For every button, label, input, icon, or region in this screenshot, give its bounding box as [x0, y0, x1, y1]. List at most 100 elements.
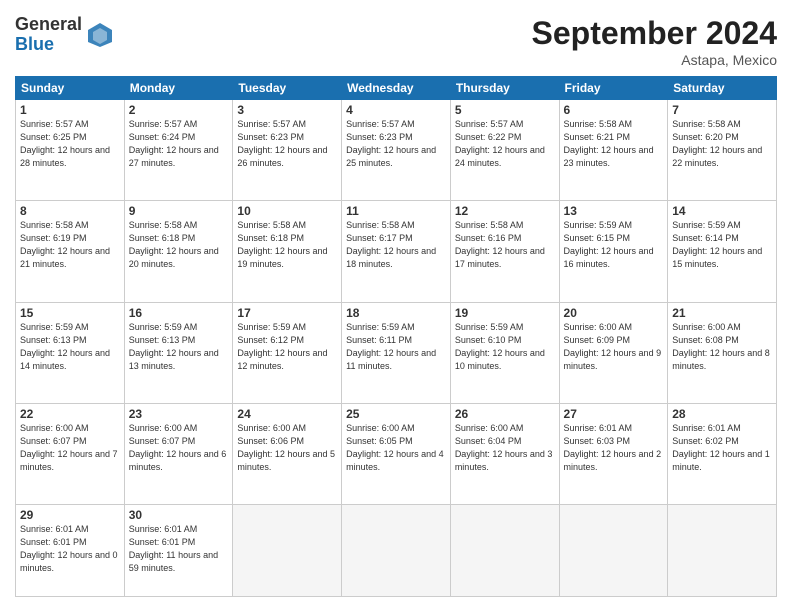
day-info: Sunrise: 5:58 AMSunset: 6:21 PMDaylight:…: [564, 119, 654, 168]
day-number: 9: [129, 204, 229, 218]
day-number: 13: [564, 204, 664, 218]
day-number: 14: [672, 204, 772, 218]
day-info: Sunrise: 5:57 AMSunset: 6:22 PMDaylight:…: [455, 119, 545, 168]
day-info: Sunrise: 6:00 AMSunset: 6:09 PMDaylight:…: [564, 322, 662, 371]
calendar-cell: 19 Sunrise: 5:59 AMSunset: 6:10 PMDayligh…: [450, 302, 559, 403]
day-number: 26: [455, 407, 555, 421]
calendar-cell: 20 Sunrise: 6:00 AMSunset: 6:09 PMDayligh…: [559, 302, 668, 403]
page: General Blue September 2024 Astapa, Mexi…: [0, 0, 792, 612]
day-info: Sunrise: 5:59 AMSunset: 6:14 PMDaylight:…: [672, 220, 762, 269]
day-info: Sunrise: 5:59 AMSunset: 6:11 PMDaylight:…: [346, 322, 436, 371]
calendar-cell: 21 Sunrise: 6:00 AMSunset: 6:08 PMDayligh…: [668, 302, 777, 403]
day-info: Sunrise: 5:57 AMSunset: 6:25 PMDaylight:…: [20, 119, 110, 168]
calendar-cell: 12 Sunrise: 5:58 AMSunset: 6:16 PMDayligh…: [450, 201, 559, 302]
col-header-tuesday: Tuesday: [233, 77, 342, 100]
calendar-cell: 29 Sunrise: 6:01 AMSunset: 6:01 PMDayligh…: [16, 505, 125, 597]
calendar-cell: 18 Sunrise: 5:59 AMSunset: 6:11 PMDayligh…: [342, 302, 451, 403]
calendar-cell: 28Sunrise: 6:01 AMSunset: 6:02 PMDayligh…: [668, 403, 777, 504]
day-number: 7: [672, 103, 772, 117]
col-header-thursday: Thursday: [450, 77, 559, 100]
col-header-monday: Monday: [124, 77, 233, 100]
calendar-cell: 16 Sunrise: 5:59 AMSunset: 6:13 PMDayligh…: [124, 302, 233, 403]
day-info: Sunrise: 6:01 AMSunset: 6:01 PMDaylight:…: [20, 524, 118, 573]
day-info: Sunrise: 6:01 AMSunset: 6:03 PMDaylight:…: [564, 423, 662, 472]
day-number: 15: [20, 306, 120, 320]
calendar-cell: 30 Sunrise: 6:01 AMSunset: 6:01 PMDayligh…: [124, 505, 233, 597]
day-info: Sunrise: 5:59 AMSunset: 6:10 PMDaylight:…: [455, 322, 545, 371]
day-number: 16: [129, 306, 229, 320]
calendar-cell: 7 Sunrise: 5:58 AMSunset: 6:20 PMDaylight…: [668, 100, 777, 201]
calendar-cell: 6 Sunrise: 5:58 AMSunset: 6:21 PMDaylight…: [559, 100, 668, 201]
calendar-cell: 15 Sunrise: 5:59 AMSunset: 6:13 PMDayligh…: [16, 302, 125, 403]
day-number: 25: [346, 407, 446, 421]
calendar-cell: [342, 505, 451, 597]
day-number: 23: [129, 407, 229, 421]
day-number: 3: [237, 103, 337, 117]
day-info: Sunrise: 5:57 AMSunset: 6:23 PMDaylight:…: [237, 119, 327, 168]
day-info: Sunrise: 6:01 AMSunset: 6:01 PMDaylight:…: [129, 524, 218, 573]
day-info: Sunrise: 6:00 AMSunset: 6:08 PMDaylight:…: [672, 322, 770, 371]
month-title: September 2024: [532, 15, 777, 52]
day-number: 1: [20, 103, 120, 117]
calendar-cell: [668, 505, 777, 597]
calendar-cell: 5 Sunrise: 5:57 AMSunset: 6:22 PMDaylight…: [450, 100, 559, 201]
calendar-cell: 9 Sunrise: 5:58 AMSunset: 6:18 PMDaylight…: [124, 201, 233, 302]
logo-line2: Blue: [15, 35, 82, 55]
day-number: 27: [564, 407, 664, 421]
calendar-cell: 11 Sunrise: 5:58 AMSunset: 6:17 PMDayligh…: [342, 201, 451, 302]
day-number: 19: [455, 306, 555, 320]
day-number: 17: [237, 306, 337, 320]
day-number: 12: [455, 204, 555, 218]
day-info: Sunrise: 6:00 AMSunset: 6:04 PMDaylight:…: [455, 423, 553, 472]
calendar-cell: 4Sunrise: 5:57 AMSunset: 6:23 PMDaylight…: [342, 100, 451, 201]
col-header-saturday: Saturday: [668, 77, 777, 100]
day-number: 2: [129, 103, 229, 117]
calendar-cell: 23 Sunrise: 6:00 AMSunset: 6:07 PMDayligh…: [124, 403, 233, 504]
calendar-cell: 1 Sunrise: 5:57 AMSunset: 6:25 PMDaylight…: [16, 100, 125, 201]
day-info: Sunrise: 5:58 AMSunset: 6:16 PMDaylight:…: [455, 220, 545, 269]
logo-line1: General: [15, 15, 82, 35]
day-number: 28: [672, 407, 772, 421]
calendar-table: SundayMondayTuesdayWednesdayThursdayFrid…: [15, 76, 777, 597]
calendar-cell: 13 Sunrise: 5:59 AMSunset: 6:15 PMDayligh…: [559, 201, 668, 302]
day-info: Sunrise: 5:57 AMSunset: 6:24 PMDaylight:…: [129, 119, 219, 168]
calendar-cell: 2 Sunrise: 5:57 AMSunset: 6:24 PMDaylight…: [124, 100, 233, 201]
logo: General Blue: [15, 15, 115, 55]
day-info: Sunrise: 6:00 AMSunset: 6:07 PMDaylight:…: [129, 423, 227, 472]
day-info: Sunrise: 5:58 AMSunset: 6:20 PMDaylight:…: [672, 119, 762, 168]
day-info: Sunrise: 6:00 AMSunset: 6:05 PMDaylight:…: [346, 423, 444, 472]
day-number: 10: [237, 204, 337, 218]
day-info: Sunrise: 5:59 AMSunset: 6:13 PMDaylight:…: [129, 322, 219, 371]
col-header-friday: Friday: [559, 77, 668, 100]
day-info: Sunrise: 5:58 AMSunset: 6:18 PMDaylight:…: [237, 220, 327, 269]
day-number: 29: [20, 508, 120, 522]
day-number: 21: [672, 306, 772, 320]
calendar-cell: 27 Sunrise: 6:01 AMSunset: 6:03 PMDayligh…: [559, 403, 668, 504]
title-block: September 2024 Astapa, Mexico: [532, 15, 777, 68]
day-info: Sunrise: 5:59 AMSunset: 6:13 PMDaylight:…: [20, 322, 110, 371]
day-number: 6: [564, 103, 664, 117]
day-info: Sunrise: 5:58 AMSunset: 6:19 PMDaylight:…: [20, 220, 110, 269]
day-number: 11: [346, 204, 446, 218]
day-number: 18: [346, 306, 446, 320]
day-number: 24: [237, 407, 337, 421]
header: General Blue September 2024 Astapa, Mexi…: [15, 15, 777, 68]
day-number: 8: [20, 204, 120, 218]
day-number: 22: [20, 407, 120, 421]
calendar-cell: 8 Sunrise: 5:58 AMSunset: 6:19 PMDaylight…: [16, 201, 125, 302]
col-header-sunday: Sunday: [16, 77, 125, 100]
calendar-cell: 26 Sunrise: 6:00 AMSunset: 6:04 PMDayligh…: [450, 403, 559, 504]
col-header-wednesday: Wednesday: [342, 77, 451, 100]
day-info: Sunrise: 5:58 AMSunset: 6:17 PMDaylight:…: [346, 220, 436, 269]
day-number: 5: [455, 103, 555, 117]
calendar-cell: [450, 505, 559, 597]
day-number: 20: [564, 306, 664, 320]
day-info: Sunrise: 5:58 AMSunset: 6:18 PMDaylight:…: [129, 220, 219, 269]
day-info: Sunrise: 6:00 AMSunset: 6:06 PMDaylight:…: [237, 423, 335, 472]
calendar-cell: 17Sunrise: 5:59 AMSunset: 6:12 PMDayligh…: [233, 302, 342, 403]
day-number: 30: [129, 508, 229, 522]
calendar-cell: 22Sunrise: 6:00 AMSunset: 6:07 PMDayligh…: [16, 403, 125, 504]
calendar-cell: 24 Sunrise: 6:00 AMSunset: 6:06 PMDayligh…: [233, 403, 342, 504]
day-info: Sunrise: 5:59 AMSunset: 6:15 PMDaylight:…: [564, 220, 654, 269]
logo-icon: [85, 20, 115, 50]
